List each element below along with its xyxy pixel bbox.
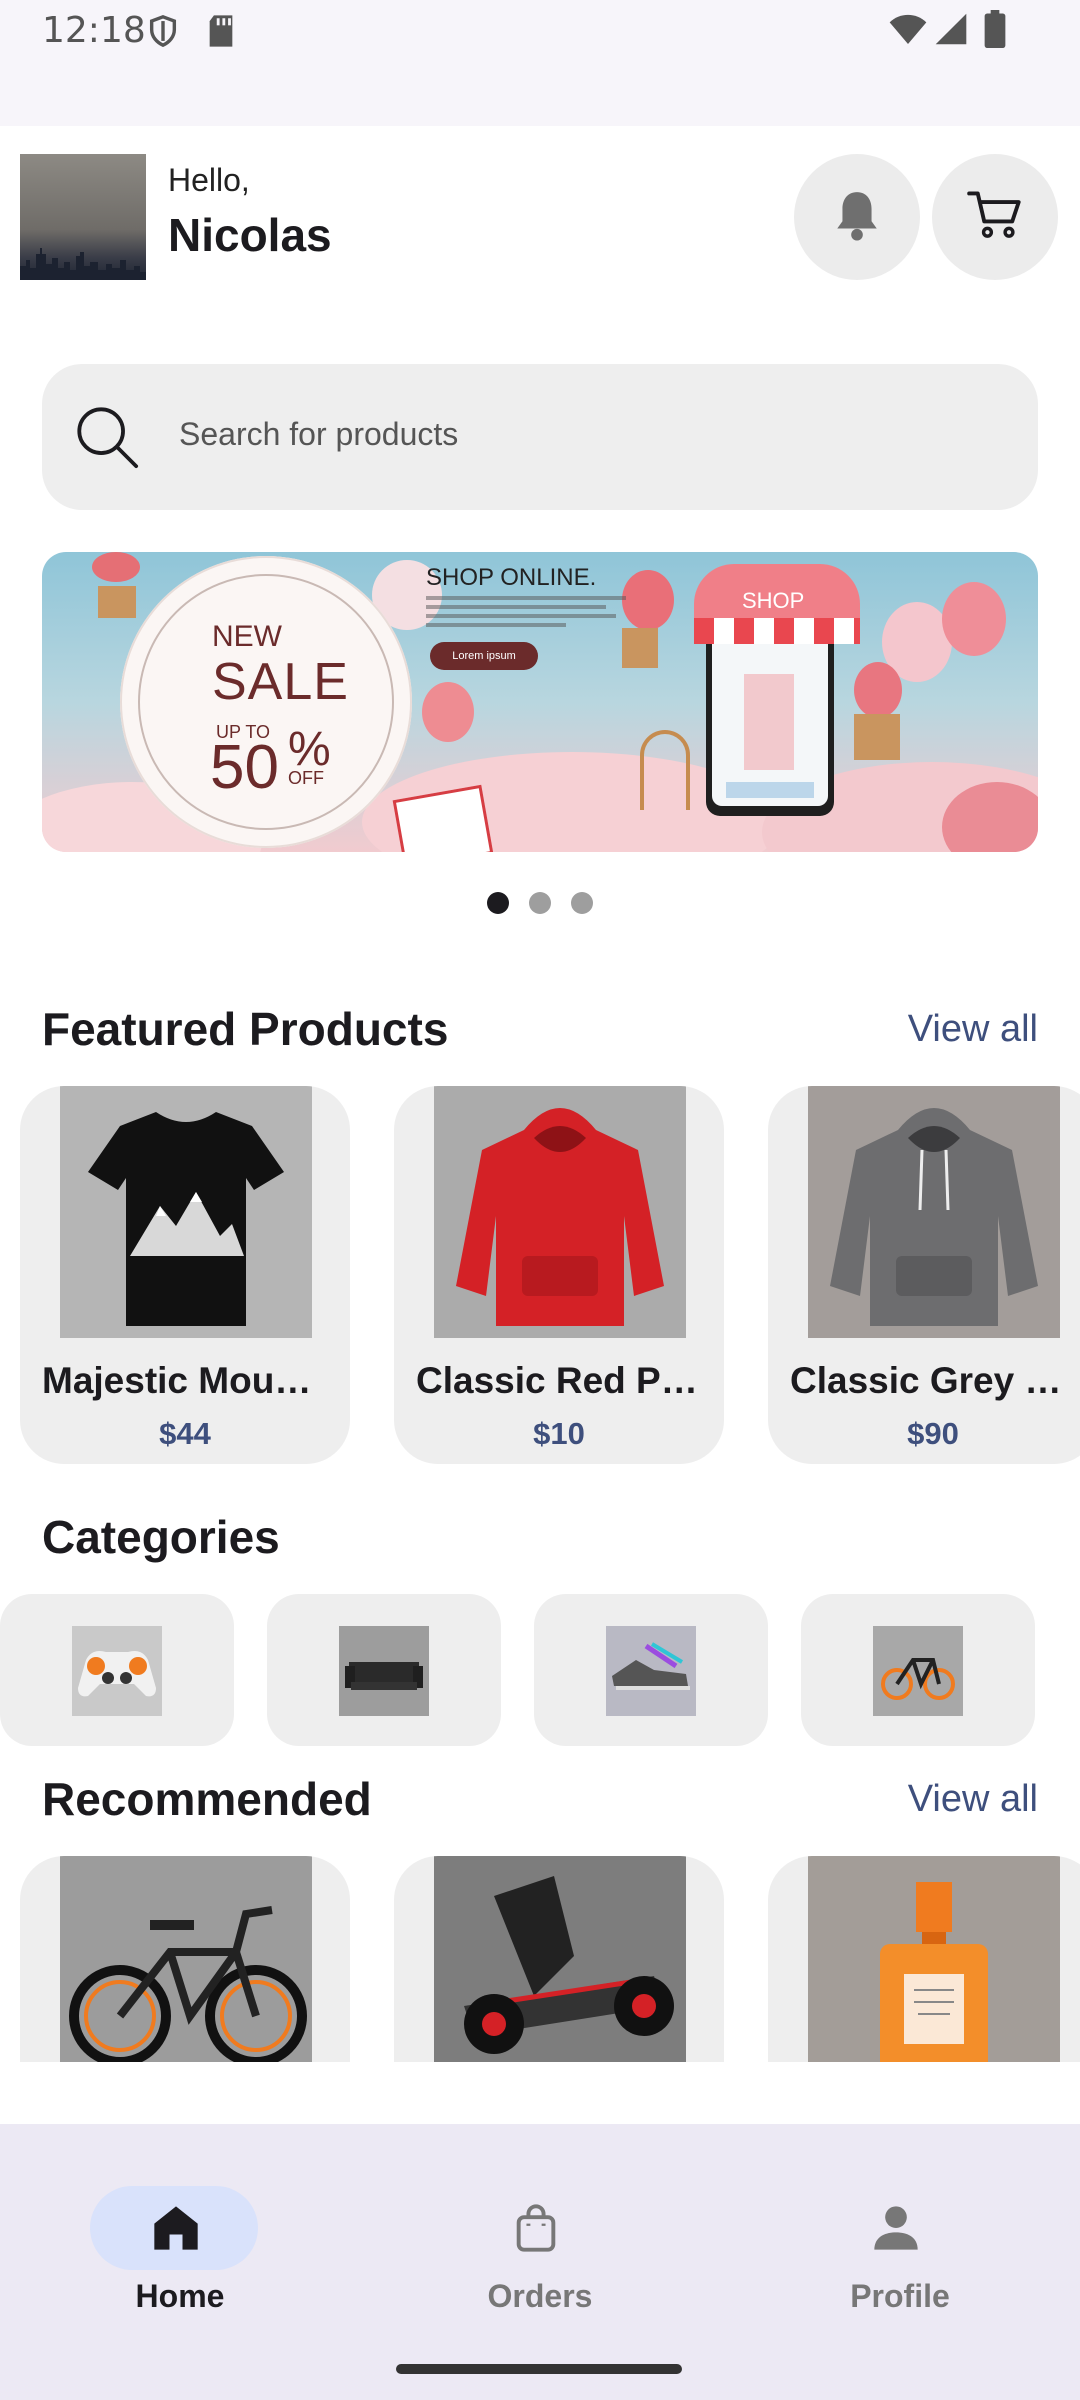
gift-box-icon (98, 586, 136, 618)
product-card[interactable] (768, 1856, 1080, 2062)
category-card[interactable] (0, 1594, 234, 1746)
shield-icon (146, 14, 180, 53)
product-card[interactable] (20, 1856, 350, 2062)
balloon-icon (854, 662, 902, 718)
product-image-grey-hoodie (808, 1086, 1060, 1338)
battery-icon (984, 10, 1006, 53)
product-image-perfume (808, 1856, 1060, 2062)
nav-profile[interactable]: Profile (720, 2154, 1080, 2314)
featured-products-title: Featured Products (42, 1003, 449, 1055)
balloon-icon (622, 570, 674, 630)
balloon-icon (942, 582, 1006, 656)
product-image-go-kart (434, 1856, 686, 2062)
bell-icon (832, 188, 882, 247)
bicycle-icon (873, 1626, 963, 1716)
status-bar: 12:18 (0, 0, 1080, 126)
home-icon (150, 2202, 202, 2254)
product-image-red-hoodie (434, 1086, 686, 1338)
shop-sign-text: SHOP (742, 588, 805, 613)
status-time: 12:18 (42, 10, 146, 51)
bag-icon (510, 2202, 562, 2254)
avatar[interactable] (20, 154, 146, 280)
product-name: Classic Red P… (416, 1360, 698, 1401)
product-name: Majestic Mou… (42, 1360, 312, 1401)
category-card[interactable] (267, 1594, 501, 1746)
nav-orders-label: Orders (487, 2278, 593, 2314)
featured-view-all-link[interactable]: View all (908, 1008, 1038, 1051)
nav-home[interactable]: Home (0, 2154, 360, 2314)
balloon-icon (92, 552, 140, 582)
sale-badge: NEW SALE UP TO 50 % OFF (120, 556, 412, 848)
search-bar[interactable]: Search for products (42, 364, 1038, 510)
sale-text: SALE (212, 653, 349, 711)
wifi-icon (888, 12, 928, 51)
recommended-view-all-link[interactable]: View all (908, 1778, 1038, 1821)
shop-awning-stripes (694, 618, 860, 644)
banner-pagination (0, 892, 1080, 914)
nav-profile-label: Profile (850, 2278, 950, 2314)
banner-lorem-lines (426, 596, 626, 632)
cart-button[interactable] (932, 154, 1058, 280)
pagination-dot[interactable] (529, 892, 551, 914)
promo-banner[interactable]: NEW SALE UP TO 50 % OFF SHOP ONLINE. Lor… (42, 552, 1038, 852)
product-card[interactable]: Majestic Mou… $44 (20, 1086, 350, 1464)
product-price: $90 (907, 1416, 959, 1451)
gesture-home-indicator[interactable] (396, 2364, 682, 2374)
gift-box-icon (854, 714, 900, 760)
game-controller-icon (72, 1626, 162, 1716)
person-icon (870, 2202, 922, 2254)
categories-title: Categories (42, 1511, 280, 1563)
sofa-icon (339, 1626, 429, 1716)
product-name: Classic Grey … (790, 1360, 1062, 1401)
product-image-electric-bike (60, 1856, 312, 2062)
category-card[interactable] (801, 1594, 1035, 1746)
sd-card-icon (206, 14, 236, 53)
gift-box-icon (622, 628, 658, 668)
search-icon (72, 402, 142, 477)
sale-off-text: OFF (288, 768, 324, 788)
product-card[interactable]: Classic Grey … $90 (768, 1086, 1080, 1464)
nav-orders[interactable]: Orders (360, 2154, 720, 2314)
bottom-navigation: Home Orders Profile (0, 2124, 1080, 2400)
recommended-title: Recommended (42, 1773, 372, 1825)
sale-amount-text: 50 (210, 733, 279, 802)
balloon-icon (422, 682, 474, 742)
sale-new-text: NEW (212, 620, 282, 653)
greeting-text: Hello, (168, 162, 250, 198)
nav-home-label: Home (135, 2278, 225, 2314)
shop-online-text: SHOP ONLINE. (426, 564, 597, 591)
product-price: $10 (533, 1416, 585, 1451)
search-input[interactable]: Search for products (179, 416, 458, 453)
banner-cta-button[interactable]: Lorem ipsum (430, 642, 538, 670)
product-card[interactable]: Classic Red P… $10 (394, 1086, 724, 1464)
notifications-button[interactable] (794, 154, 920, 280)
signal-icon (934, 12, 968, 51)
category-card[interactable] (534, 1594, 768, 1746)
easel-icon (640, 730, 690, 810)
sneakers-icon (606, 1626, 696, 1716)
product-card[interactable] (394, 1856, 724, 2062)
pagination-dot[interactable] (571, 892, 593, 914)
pagination-dot-active[interactable] (487, 892, 509, 914)
product-image-tshirt (60, 1086, 312, 1338)
recommended-list (0, 1856, 1080, 2062)
product-price: $44 (159, 1416, 211, 1451)
user-name: Nicolas (168, 209, 332, 261)
cart-icon (967, 189, 1023, 246)
city-skyline-icon (20, 248, 146, 280)
dress-icon (744, 674, 794, 770)
home-header: Hello, Nicolas (0, 126, 1080, 326)
